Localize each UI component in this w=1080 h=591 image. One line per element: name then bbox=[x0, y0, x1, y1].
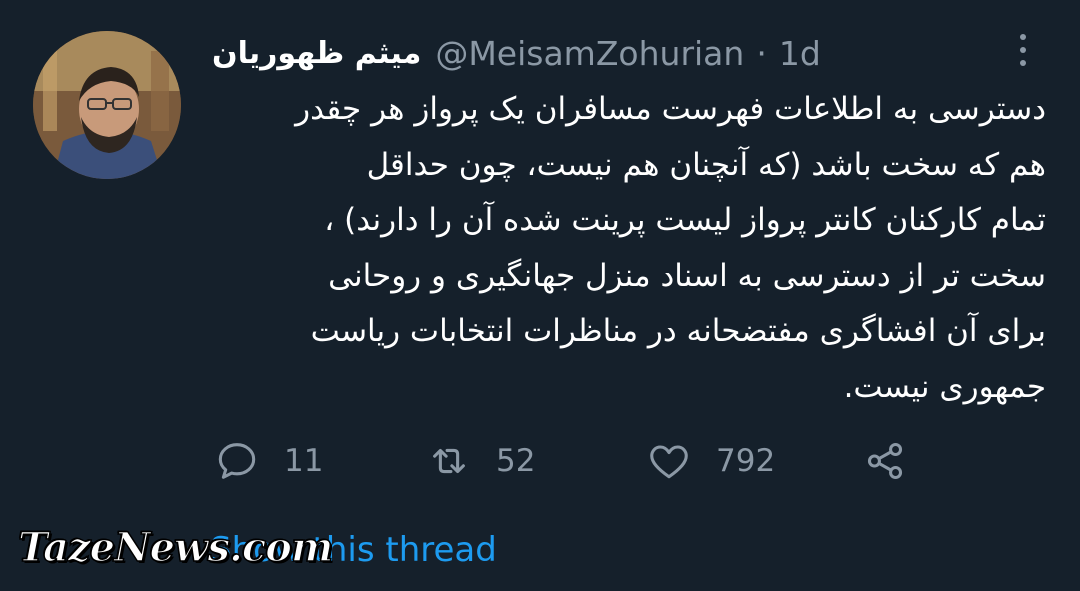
avatar-image bbox=[33, 31, 181, 179]
reply-count: 11 bbox=[284, 443, 324, 479]
tweet-text-line: سخت تر از دسترسی به اسناد منزل جهانگیری … bbox=[328, 257, 1046, 294]
retweet-count: 52 bbox=[496, 443, 536, 479]
tweet-text-line: تمام کارکنان کانتر پرواز لیست پرینت شده … bbox=[324, 202, 1046, 238]
tweet[interactable]: میثم ظهوریان @MeisamZohurian · 1d دسترسی… bbox=[0, 0, 1080, 591]
tweet-actions: 11 52 792 bbox=[212, 438, 932, 484]
reply-button[interactable]: 11 bbox=[214, 438, 323, 484]
display-name[interactable]: میثم ظهوریان bbox=[212, 36, 421, 71]
timestamp[interactable]: 1d bbox=[779, 34, 821, 73]
tweet-text: دسترسی به اطلاعات فهرست مسافران یک پرواز… bbox=[212, 82, 1046, 415]
share-button[interactable] bbox=[862, 438, 908, 484]
tweet-text-line: دسترسی به اطلاعات فهرست مسافران یک پرواز… bbox=[295, 91, 1046, 127]
tweet-text-line: برای آن افشاگری مفتضحانه در مناظرات انتخ… bbox=[310, 313, 1046, 349]
retweet-button[interactable]: 52 bbox=[426, 438, 535, 484]
avatar[interactable] bbox=[33, 31, 181, 179]
retweet-icon bbox=[433, 448, 465, 474]
tweet-text-line: هم که سخت باشد (که آنچنان هم نیست، چون ح… bbox=[366, 146, 1046, 183]
share-icon bbox=[867, 442, 903, 480]
separator-dot: · bbox=[756, 33, 767, 73]
reply-icon bbox=[218, 443, 256, 479]
like-count: 792 bbox=[716, 443, 776, 479]
tweet-header: میثم ظهوریان @MeisamZohurian · 1d bbox=[212, 28, 821, 78]
more-options-icon[interactable] bbox=[1008, 30, 1038, 70]
heart-icon bbox=[650, 445, 688, 479]
tweet-text-line: جمهوری نیست. bbox=[843, 368, 1046, 405]
like-button[interactable]: 792 bbox=[646, 438, 775, 484]
user-handle[interactable]: @MeisamZohurian bbox=[435, 34, 744, 73]
watermark: TazeNews.com bbox=[17, 523, 334, 572]
